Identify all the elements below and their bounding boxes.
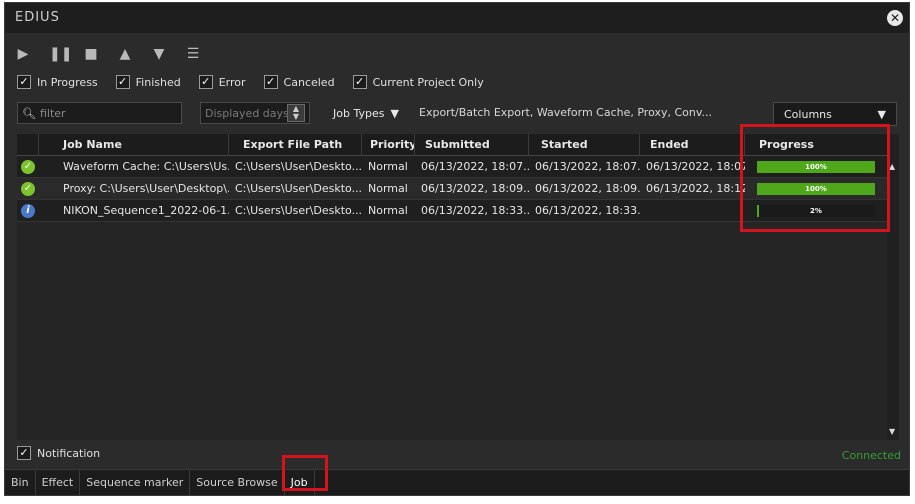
delete-icon[interactable]: ■ <box>83 46 99 62</box>
status-cell: ✓ <box>17 159 39 174</box>
play-icon[interactable]: ▶ <box>15 46 31 62</box>
filter-error[interactable]: ✓ Error <box>198 75 246 89</box>
filter-label: Canceled <box>283 75 335 89</box>
export-path-cell: C:\Users\User\Deskto... <box>235 203 362 217</box>
job-types-value: Export/Batch Export, Waveform Cache, Pro… <box>419 106 713 119</box>
header-export-path[interactable]: Export File Path <box>229 134 362 156</box>
displayed-days-input[interactable] <box>201 106 287 120</box>
connection-status: Connected <box>841 449 901 462</box>
status-cell: i <box>17 203 39 218</box>
search-icon: 🔍︎ <box>22 106 36 120</box>
checkbox[interactable]: ✓ <box>17 75 31 89</box>
submitted-cell: 06/13/2022, 18:33... <box>421 203 529 217</box>
move-down-icon[interactable]: ▼ <box>151 46 167 62</box>
title-bar: EDIUS ✕ <box>5 3 909 33</box>
job-name-cell: Waveform Cache: C:\Users\Us... <box>63 159 229 173</box>
tab-source-browse[interactable]: Source Browse <box>190 469 285 496</box>
header-started[interactable]: Started <box>529 134 640 156</box>
pause-icon[interactable]: ❚❚ <box>49 46 72 62</box>
search-input[interactable] <box>39 106 170 120</box>
ended-cell <box>640 200 745 222</box>
job-name-cell: Proxy: C:\Users\User\Desktop\... <box>63 181 229 195</box>
app-title: EDIUS <box>15 10 60 25</box>
panel-tabs: Bin Effect Sequence marker Source Browse… <box>5 469 909 496</box>
close-icon[interactable]: ✕ <box>887 10 903 26</box>
job-window: EDIUS ✕ ▶ ❚❚ ■ ▲ ▼ ☰ ✓ In Progress ✓ Finis… <box>4 2 910 496</box>
notification-label: Notification <box>37 446 101 460</box>
export-path-cell: C:\Users\User\Deskto... <box>235 159 362 173</box>
checkbox[interactable]: ✓ <box>352 75 367 89</box>
header-ended[interactable]: Ended <box>640 134 745 156</box>
started-cell: 06/13/2022, 18:07... <box>535 159 640 173</box>
header-job-name[interactable]: Job Name <box>39 134 229 156</box>
filter-label: In Progress <box>37 75 98 89</box>
checkbox[interactable]: ✓ <box>115 75 130 89</box>
header-submitted[interactable]: Submitted <box>415 134 529 156</box>
priority-cell: Normal <box>368 203 408 217</box>
filter-label: Finished <box>135 75 181 89</box>
filter-row: 🔍︎ ▲▼ Job Types ▼ Export/Batch Export, W… <box>17 102 897 126</box>
search-box: 🔍︎ <box>17 102 182 124</box>
started-cell: 06/13/2022, 18:09... <box>535 181 640 195</box>
submitted-cell: 06/13/2022, 18:07... <box>421 159 529 173</box>
ended-cell: 06/13/2022, 18:12: <box>646 181 745 195</box>
list-icon[interactable]: ☰ <box>185 46 201 62</box>
status-cell: ✓ <box>17 181 39 196</box>
filter-canceled[interactable]: ✓ Canceled <box>263 75 335 89</box>
checkbox[interactable]: ✓ <box>263 75 278 89</box>
tab-sequence-marker[interactable]: Sequence marker <box>80 469 191 496</box>
notification-toggle[interactable]: ✓ Notification <box>17 446 100 460</box>
ended-cell: 06/13/2022, 18:07: <box>646 159 745 173</box>
days-spinner[interactable]: ▲ ▼ <box>287 104 305 122</box>
columns-label: Columns <box>784 107 832 121</box>
export-path-cell: C:\Users\User\Deskto... <box>235 181 362 195</box>
priority-cell: Normal <box>368 181 408 195</box>
checkbox[interactable]: ✓ <box>17 446 31 460</box>
progress-highlight-box <box>740 124 890 232</box>
finished-check-icon: ✓ <box>21 159 35 174</box>
filter-label: Error <box>218 75 246 89</box>
submitted-cell: 06/13/2022, 18:09... <box>421 181 529 195</box>
info-icon: i <box>21 203 35 218</box>
priority-cell: Normal <box>368 159 408 173</box>
checkbox[interactable]: ✓ <box>198 75 213 89</box>
status-filters: ✓ In Progress ✓ Finished ✓ Error ✓ Canceled … <box>17 75 484 89</box>
tab-bin[interactable]: Bin <box>5 469 36 496</box>
scroll-down-icon[interactable]: ▼ <box>889 427 895 436</box>
finished-check-icon: ✓ <box>21 181 35 196</box>
filter-current-project[interactable]: ✓ Current Project Only <box>352 75 484 89</box>
job-types-label: Job Types <box>333 106 385 120</box>
status-header[interactable] <box>17 134 39 156</box>
chevron-down-icon: ▼ <box>390 106 399 120</box>
job-tab-highlight-box <box>282 455 328 491</box>
chevron-down-icon: ▼ <box>877 107 886 121</box>
filter-in-progress[interactable]: ✓ In Progress <box>17 75 98 89</box>
columns-dropdown[interactable]: Columns ▼ <box>773 102 897 126</box>
filter-finished[interactable]: ✓ Finished <box>115 75 181 89</box>
started-cell: 06/13/2022, 18:33... <box>535 203 640 217</box>
displayed-days-box: ▲▼ <box>200 102 310 124</box>
job-toolbar: ▶ ❚❚ ■ ▲ ▼ ☰ <box>15 43 201 65</box>
header-priority[interactable]: Priority <box>362 134 415 156</box>
job-name-cell: NIKON_Sequence1_2022-06-1... <box>63 203 229 217</box>
move-up-icon[interactable]: ▲ <box>117 46 133 62</box>
tab-effect[interactable]: Effect <box>36 469 81 496</box>
job-types-dropdown[interactable]: Job Types ▼ <box>320 102 412 124</box>
filter-label: Current Project Only <box>372 75 484 89</box>
